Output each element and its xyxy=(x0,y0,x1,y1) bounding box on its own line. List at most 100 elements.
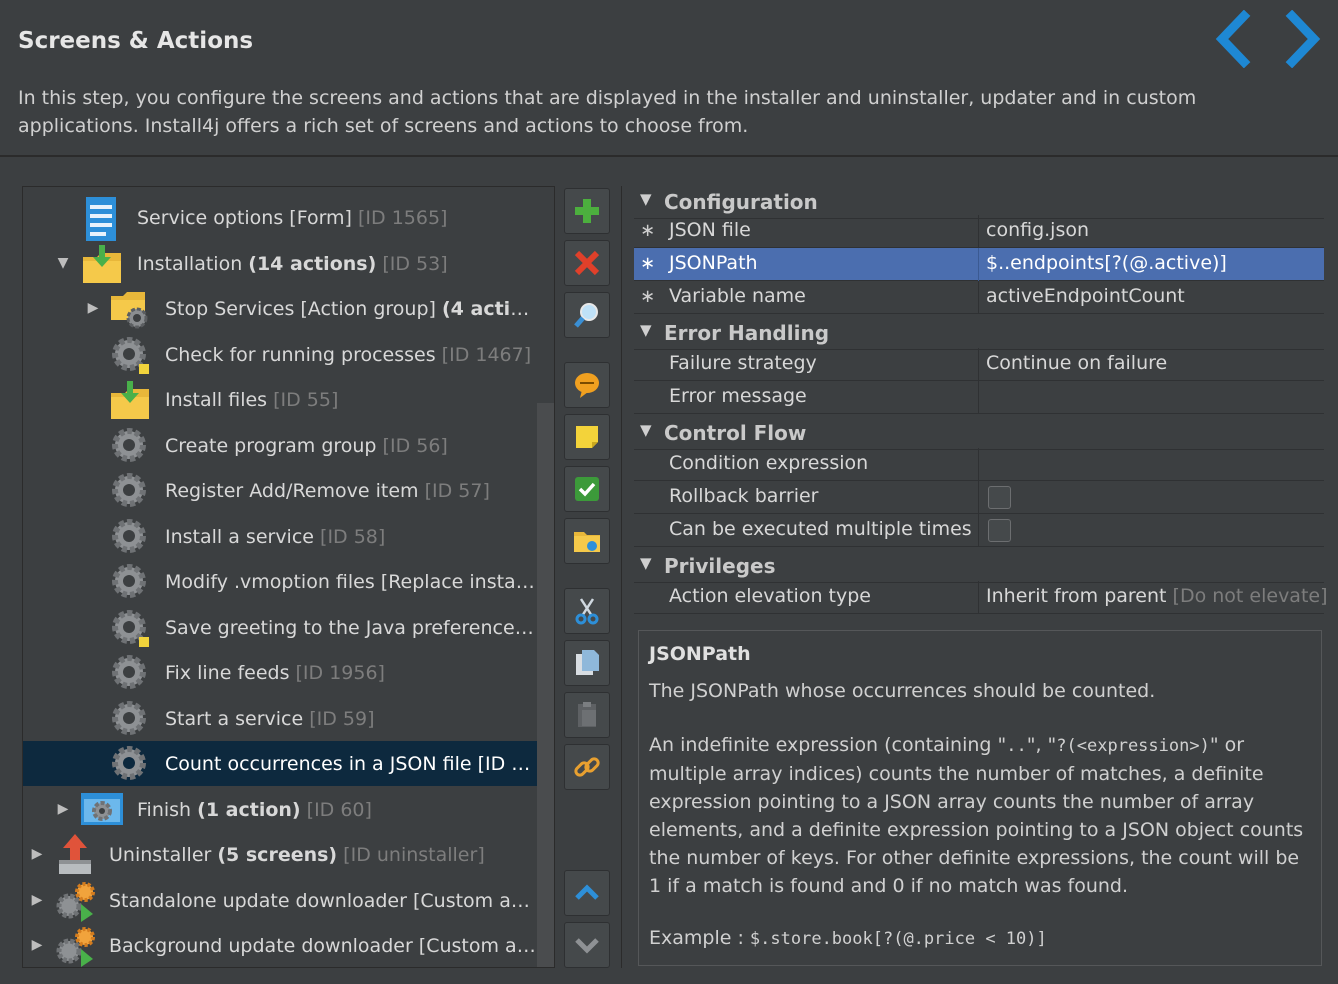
tree-item-stop-services[interactable]: ▶ Stop Services [Action group] (4 action… xyxy=(23,286,537,331)
gear-icon xyxy=(109,698,149,738)
property-key: Action elevation type xyxy=(669,585,871,607)
delete-button[interactable] xyxy=(564,240,610,286)
back-button[interactable] xyxy=(1210,9,1262,69)
tree-item-installation[interactable]: ▼ Installation (14 actions) [ID 53] xyxy=(23,241,537,286)
tree-item-count-occurrences[interactable]: Count occurrences in a JSON file [ID 2..… xyxy=(23,741,537,786)
tree-item-uninstaller[interactable]: ▶ Uninstaller (5 screens) [ID uninstalle… xyxy=(23,832,537,877)
property-value[interactable]: Inherit from parent [Do not elevate] xyxy=(986,585,1328,607)
property-action-elevation-type[interactable]: Action elevation type Inherit from paren… xyxy=(634,581,1328,614)
property-variable-name[interactable]: ∗ Variable name activeEndpointCount xyxy=(634,281,1324,314)
required-icon: ∗ xyxy=(640,220,656,241)
property-failure-strategy[interactable]: Failure strategy Continue on failure xyxy=(634,348,1324,381)
move-down-button[interactable] xyxy=(564,922,610,968)
property-rollback-barrier[interactable]: Rollback barrier xyxy=(634,481,1324,514)
tree-item-service-options[interactable]: Service options [Form] [ID 1565] xyxy=(23,195,537,241)
screens-actions-tree[interactable]: Service options [Form] [ID 1565] ▼ Insta… xyxy=(22,186,555,968)
property-jsonpath[interactable]: ∗ JSONPath $..endpoints[?(@.active)] xyxy=(634,248,1324,281)
required-icon: ∗ xyxy=(640,253,656,274)
search-icon xyxy=(574,303,598,328)
tree-scrollbar-thumb[interactable] xyxy=(537,403,554,967)
category-control-flow[interactable]: ▼ Control Flow xyxy=(634,417,1324,450)
properties-table[interactable]: ▼ Configuration ∗ JSON file config.json … xyxy=(634,186,1328,616)
page-description: In this step, you configure the screens … xyxy=(18,87,1197,137)
check-icon xyxy=(575,477,599,501)
tree-item-finish[interactable]: ▶ Finish (1 action) [ID 60] xyxy=(23,787,537,832)
tree-item-label: Install files [ID 55] xyxy=(165,388,339,411)
add-button[interactable] xyxy=(564,188,610,234)
gear-icon xyxy=(109,425,149,465)
collapsed-arrow-icon[interactable]: ▶ xyxy=(29,846,45,862)
property-error-message[interactable]: Error message xyxy=(634,381,1324,414)
expanded-arrow-icon[interactable]: ▼ xyxy=(640,321,652,339)
tree-item-create-program-group[interactable]: Create program group [ID 56] xyxy=(23,423,537,468)
expanded-arrow-icon[interactable]: ▼ xyxy=(640,421,652,439)
tree-item-label: Modify .vmoption files [Replace install.… xyxy=(165,570,537,593)
tree-item-label: Count occurrences in a JSON file [ID 2..… xyxy=(165,752,537,775)
tree-item-label: Standalone update downloader [Custom app… xyxy=(109,889,537,912)
tree-item-fix-line-feeds[interactable]: Fix line feeds [ID 1956] xyxy=(23,650,537,695)
property-key: JSON file xyxy=(669,219,751,241)
gear-icon xyxy=(109,743,149,783)
tree-item-install-service[interactable]: Install a service [ID 58] xyxy=(23,514,537,559)
folder-icon xyxy=(574,532,600,552)
gear-note-icon xyxy=(109,334,149,374)
property-value[interactable]: config.json xyxy=(986,219,1089,241)
cut-button[interactable] xyxy=(564,588,610,634)
collapsed-arrow-icon[interactable]: ▶ xyxy=(55,801,71,817)
folder-gear-icon xyxy=(109,288,149,329)
multiple-times-checkbox[interactable] xyxy=(988,519,1011,542)
enable-button[interactable] xyxy=(564,466,610,512)
collapsed-arrow-icon[interactable]: ▶ xyxy=(85,300,101,316)
gear-icon xyxy=(109,516,149,556)
expanded-arrow-icon[interactable]: ▼ xyxy=(55,255,71,271)
panel-divider xyxy=(621,186,622,968)
tree-item-label: Service options [Form] [ID 1565] xyxy=(137,206,448,229)
tree-item-label: Finish (1 action) [ID 60] xyxy=(137,798,372,821)
move-up-button[interactable] xyxy=(564,870,610,916)
property-condition-expression[interactable]: Condition expression xyxy=(634,448,1324,481)
forward-button[interactable] xyxy=(1278,9,1330,69)
add-group-button[interactable] xyxy=(564,518,610,564)
tree-item-modify-vmoption[interactable]: Modify .vmoption files [Replace install.… xyxy=(23,559,537,604)
property-json-file[interactable]: ∗ JSON file config.json xyxy=(634,215,1324,248)
updater-icon xyxy=(55,880,95,922)
move-down-icon xyxy=(575,938,599,954)
property-value[interactable]: $..endpoints[?(@.active)] xyxy=(986,252,1227,274)
tree-item-standalone-updater[interactable]: ▶ Standalone update downloader [Custom a… xyxy=(23,878,537,923)
chevron-left-icon xyxy=(1215,9,1251,69)
folder-download-icon xyxy=(109,379,149,419)
property-value[interactable]: activeEndpointCount xyxy=(986,285,1185,307)
comment-button[interactable] xyxy=(564,362,610,408)
category-error-handling[interactable]: ▼ Error Handling xyxy=(634,317,1324,350)
collapsed-arrow-icon[interactable]: ▶ xyxy=(29,937,45,953)
search-button[interactable] xyxy=(564,292,610,338)
link-button[interactable] xyxy=(564,744,610,790)
copy-button[interactable] xyxy=(564,640,610,686)
tree-item-save-greeting[interactable]: Save greeting to the Java preference st.… xyxy=(23,605,537,650)
paste-button[interactable] xyxy=(564,692,610,738)
add-icon xyxy=(575,199,599,223)
tree-item-start-service[interactable]: Start a service [ID 59] xyxy=(23,696,537,741)
updater-icon xyxy=(55,925,95,967)
category-privileges[interactable]: ▼ Privileges xyxy=(634,550,1324,583)
cut-icon xyxy=(575,598,599,625)
note-button[interactable] xyxy=(564,414,610,460)
property-value[interactable]: Continue on failure xyxy=(986,352,1167,374)
expanded-arrow-icon[interactable]: ▼ xyxy=(640,190,652,208)
collapsed-arrow-icon[interactable]: ▶ xyxy=(29,892,45,908)
tree-item-label: Register Add/Remove item [ID 57] xyxy=(165,479,490,502)
screen-gear-icon xyxy=(81,789,123,829)
tree-item-background-updater[interactable]: ▶ Background update downloader [Custom a… xyxy=(23,923,537,967)
tree-item-label: Install a service [ID 58] xyxy=(165,525,386,548)
property-key: Condition expression xyxy=(669,452,869,474)
help-summary: The JSONPath whose occurrences should be… xyxy=(649,680,1156,702)
expanded-arrow-icon[interactable]: ▼ xyxy=(640,554,652,572)
property-executed-multiple-times[interactable]: Can be executed multiple times xyxy=(634,514,1324,547)
tree-item-check-running-processes[interactable]: Check for running processes [ID 1467] xyxy=(23,332,537,377)
tree-item-install-files[interactable]: Install files [ID 55] xyxy=(23,377,537,422)
paste-icon xyxy=(578,702,596,727)
rollback-barrier-checkbox[interactable] xyxy=(988,486,1011,509)
delete-icon xyxy=(574,250,600,276)
help-panel: JSONPath The JSONPath whose occurrences … xyxy=(638,630,1322,966)
tree-item-register-add-remove[interactable]: Register Add/Remove item [ID 57] xyxy=(23,468,537,513)
